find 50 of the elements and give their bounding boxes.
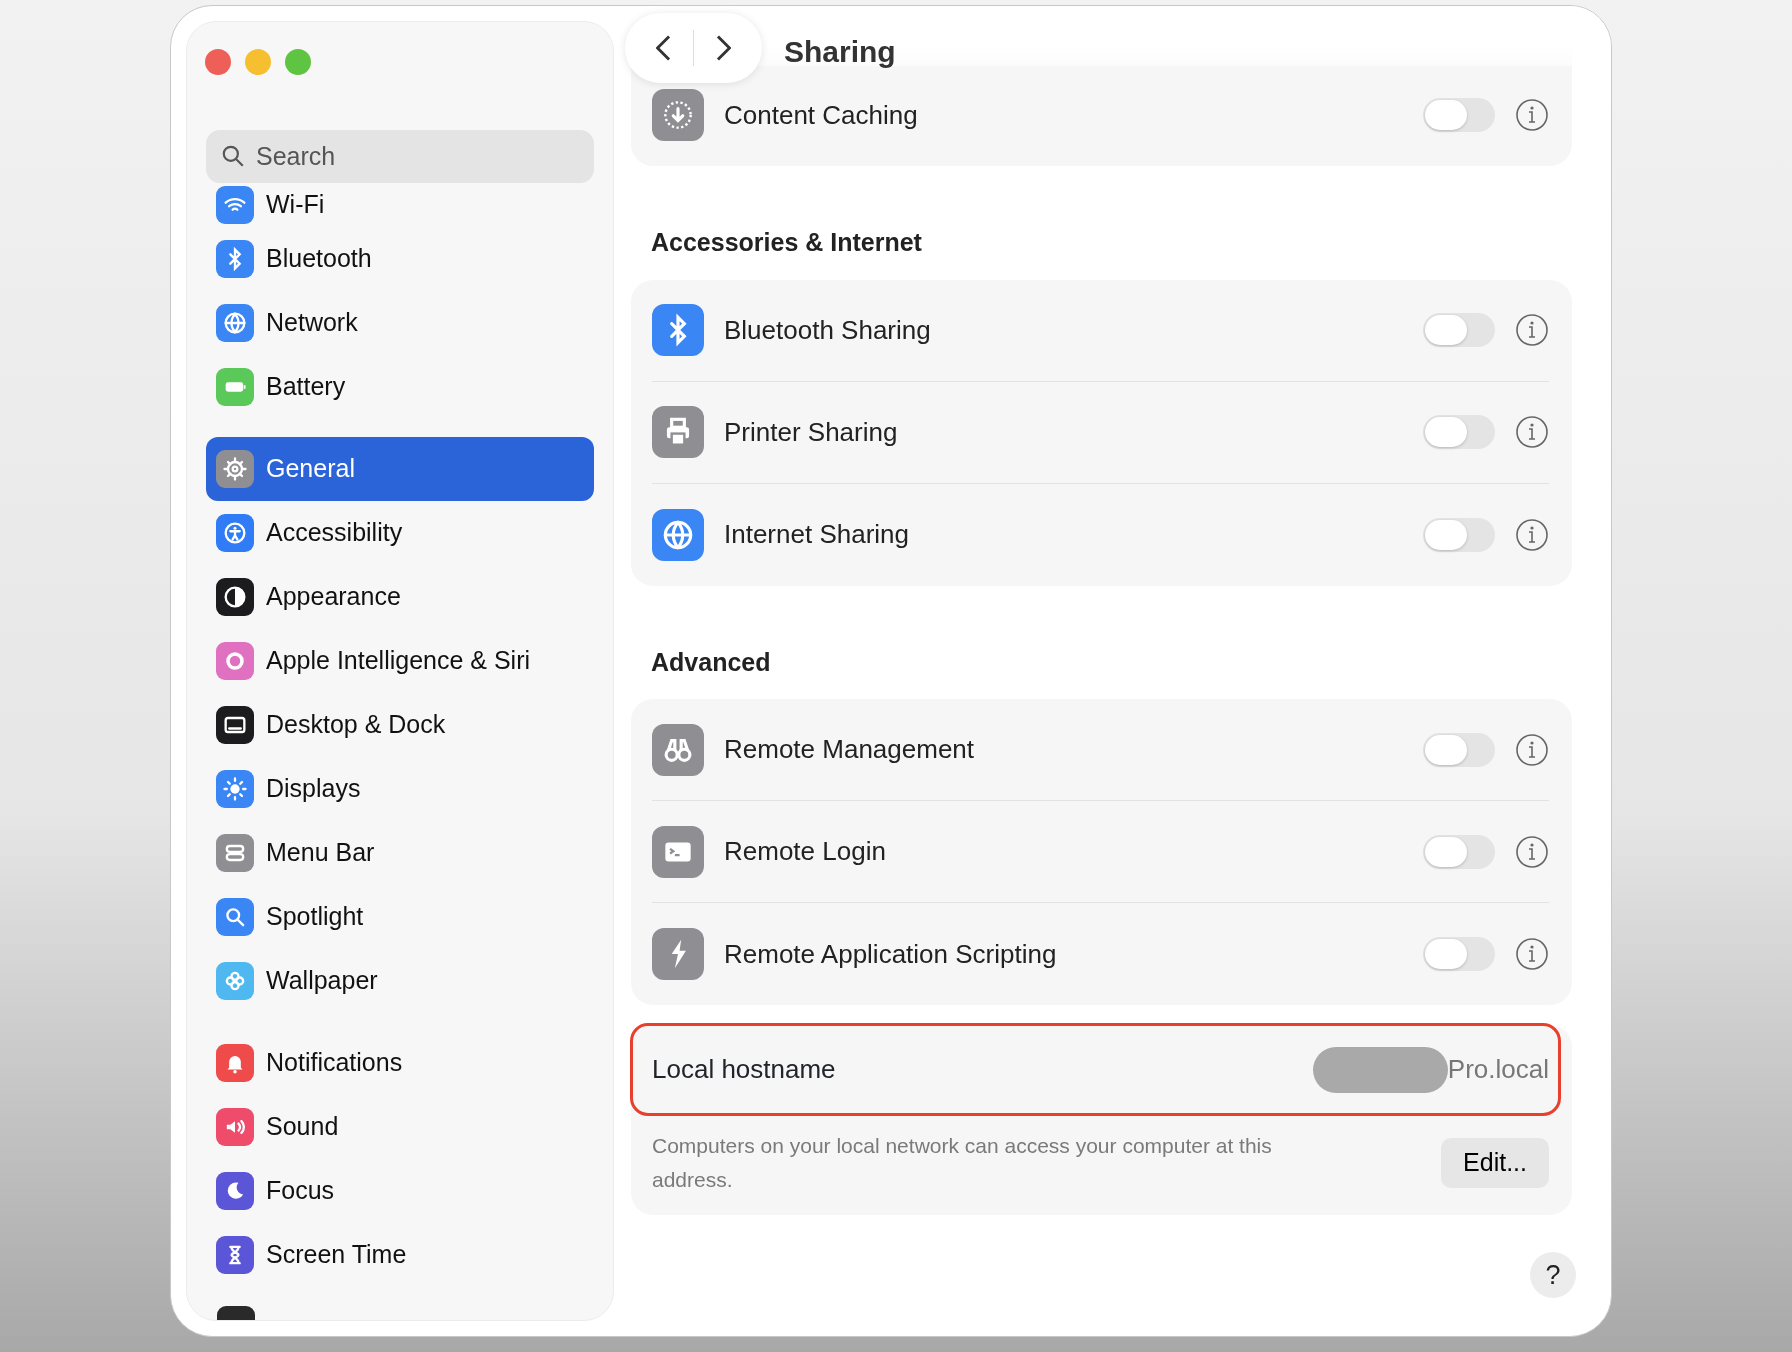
toggle-switch[interactable] — [1423, 517, 1495, 552]
info-icon[interactable] — [1515, 517, 1549, 552]
sidebar-item[interactable]: Appearance — [206, 565, 594, 629]
chevron-right-icon — [715, 35, 731, 61]
toggle-switch[interactable] — [1423, 937, 1495, 971]
sidebar-item[interactable]: Sound — [206, 1095, 594, 1159]
sidebar-item[interactable]: Apple Intelligence & Siri — [206, 629, 594, 693]
sidebar-item[interactable]: General — [206, 437, 594, 501]
sidebar-item[interactable]: Notifications — [206, 1031, 594, 1095]
hostname-value: Pro.local — [1447, 1053, 1549, 1086]
help-button[interactable]: ? — [1530, 1252, 1576, 1298]
info-icon[interactable] — [1515, 415, 1549, 449]
sidebar-item[interactable]: Displays — [206, 757, 594, 821]
section-heading: Advanced — [650, 646, 772, 678]
sidebar-item[interactable]: Network — [206, 291, 594, 355]
sidebar-item[interactable]: Spotlight — [206, 885, 594, 949]
sidebar-item[interactable]: Menu Bar — [206, 821, 594, 885]
setting-label: Printer Sharing — [724, 415, 899, 449]
search-field[interactable]: Search — [206, 130, 594, 183]
section-heading: Accessories & Internet — [650, 227, 923, 258]
sidebar-item[interactable]: Focus — [206, 1159, 594, 1223]
sidebar-item[interactable]: Bluetooth — [206, 227, 594, 291]
edit-button[interactable]: Edit... — [1441, 1138, 1549, 1188]
setting-label: Remote Login — [724, 835, 887, 868]
info-icon[interactable] — [1515, 313, 1549, 347]
setting-label: Content Caching — [724, 98, 919, 132]
chevron-left-icon — [656, 35, 672, 61]
toggle-switch[interactable] — [1423, 98, 1495, 132]
sidebar-item[interactable]: Accessibility — [206, 501, 594, 565]
toggle-switch[interactable] — [1423, 415, 1495, 449]
setting-label: Bluetooth Sharing — [724, 313, 932, 347]
setting-label: Internet Sharing — [724, 518, 910, 551]
sidebar-item[interactable]: Wallpaper — [206, 949, 594, 1013]
sidebar-item[interactable]: Battery — [206, 355, 594, 419]
info-icon[interactable] — [1515, 98, 1549, 132]
info-icon[interactable] — [1515, 834, 1549, 869]
sidebar-item[interactable]: Screen Time — [206, 1223, 594, 1287]
window-title: Sharing — [784, 33, 896, 70]
sidebar-item[interactable]: Wi-Fi — [206, 183, 594, 227]
setting-label: Remote Application Scripting — [724, 937, 1058, 971]
info-icon[interactable] — [1515, 732, 1549, 767]
toggle-switch[interactable] — [1423, 732, 1495, 767]
setting-label: Local hostname — [652, 1053, 836, 1086]
setting-label: Remote Management — [724, 733, 976, 766]
toggle-switch[interactable] — [1423, 834, 1495, 869]
info-icon[interactable] — [1515, 937, 1549, 971]
description-text: Computers on your local network can access your computer at this address. — [652, 1133, 1273, 1193]
close-button[interactable] — [205, 49, 231, 75]
toggle-switch[interactable] — [1423, 313, 1495, 347]
sidebar-item[interactable]: Desktop & Dock — [206, 693, 594, 757]
